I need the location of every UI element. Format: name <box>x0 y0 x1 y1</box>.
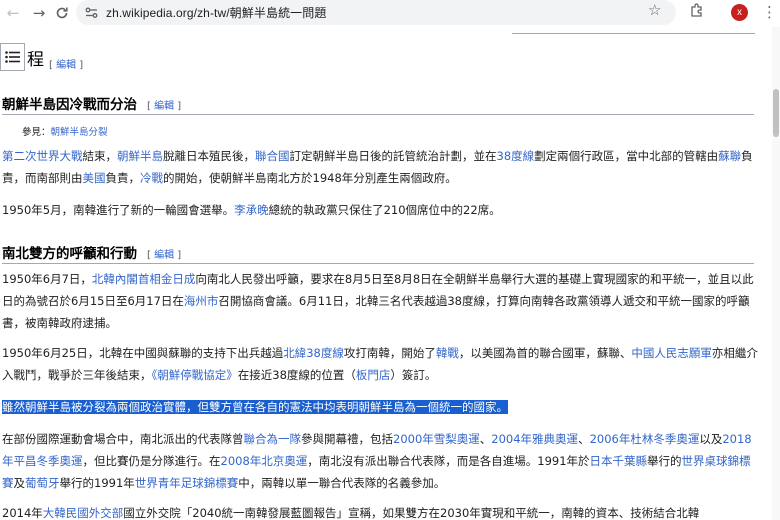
extensions-icon[interactable] <box>690 2 705 21</box>
text-run: 脫離日本殖民後， <box>163 149 255 163</box>
inline-link[interactable]: 中國人民志願軍 <box>631 346 712 360</box>
site-info-icon[interactable] <box>84 5 99 20</box>
selected-text[interactable]: 雖然朝鮮半島被分裂為兩個政治實體，但雙方曾在各自的憲法中均表明朝鮮半島為一個統一… <box>2 400 508 414</box>
inline-link[interactable]: 聯合為一隊 <box>244 432 302 446</box>
text-run: 2014年 <box>2 506 43 520</box>
section-heading-fragment: 程 <box>27 50 44 70</box>
section-title: 南北雙方的呼籲和行動 <box>2 246 137 262</box>
text-run: ，以美國為首的聯合國軍，蘇聯、 <box>458 346 632 360</box>
inline-link[interactable]: 蘇聯 <box>718 149 741 163</box>
hatnote-link[interactable]: 朝鮮半島分裂 <box>51 127 108 138</box>
text-run: 的開始，使朝鮮半島南北方於1948年分別產生兩個政府。 <box>163 171 457 185</box>
paragraph-6: 在部份國際運動會場合中，南北派出的代表隊曾聯合為一隊參與開幕禮，包括2000年雪… <box>2 428 760 494</box>
inline-link[interactable]: 葡萄牙 <box>25 476 60 490</box>
browser-toolbar: ← → zh.wikipedia.org/zh-tw/朝鮮半島統一問題 ☆ x … <box>0 0 780 27</box>
inline-link[interactable]: 李承晚 <box>234 203 269 217</box>
hatnote: 參見：朝鮮半島分裂 <box>22 124 108 138</box>
text-run: 總統的執政黨只保住了210個席位中的22席。 <box>268 203 501 217</box>
text-run: 劃定兩個行政區，當中北部的管轄由 <box>534 149 719 163</box>
url-text: zh.wikipedia.org/zh-tw/朝鮮半島統一問題 <box>106 6 327 20</box>
section-heading: 南北雙方的呼籲和行動 [ 編輯 ] <box>2 242 181 262</box>
inline-link[interactable]: 2008年北京奧運 <box>221 454 308 468</box>
section-title: 朝鮮半島因冷戰而分治 <box>2 97 137 113</box>
text-run: 及 <box>13 476 26 490</box>
paragraph-3: 1950年6月7日，北韓內閣首相金日成向南北人民發出呼籲，要求在8月5日至8月8… <box>2 268 760 334</box>
toc-toggle-button[interactable] <box>0 43 25 71</box>
text-run: ，南北沒有派出聯合代表隊，而是各自進場。1991年於 <box>307 454 590 468</box>
inline-link[interactable]: 北緯38度線 <box>283 346 344 360</box>
edit-link[interactable]: 編輯 <box>154 101 174 112</box>
paragraph-5: 雖然朝鮮半島被分裂為兩個政治實體，但雙方曾在各自的憲法中均表明朝鮮半島為一個統一… <box>2 396 760 418</box>
edit-link-wrapper: [ 編輯 ] <box>49 60 84 71</box>
edit-link-wrapper: [ 編輯 ] <box>147 101 182 112</box>
scrollbar[interactable] <box>772 27 780 520</box>
paragraph-7: 2014年大韓民國外交部國立外交院「2040統一南韓發展藍圖報告」宣稱，如果雙方… <box>2 502 760 520</box>
text-run: 攻打南韓，開始了 <box>343 346 436 360</box>
text-run: 負責， <box>105 171 141 185</box>
section-heading: 朝鮮半島因冷戰而分治 [ 編輯 ] <box>2 93 181 113</box>
inline-link[interactable]: 世界青年足球錦標賽 <box>135 476 239 490</box>
text-run: 1950年6月25日，北韓在中國與蘇聯的支持下出兵越過 <box>2 346 284 360</box>
text-run: 1950年6月7日， <box>2 272 92 286</box>
reload-icon[interactable] <box>51 2 73 24</box>
paragraph-4: 1950年6月25日，北韓在中國與蘇聯的支持下出兵越過北緯38度線攻打南韓，開始… <box>2 342 760 386</box>
paragraph-1: 第二次世界大戰結束，朝鮮半島脫離日本殖民後，聯合國訂定朝鮮半島日後的託管統治計劃… <box>2 145 760 189</box>
inline-link[interactable]: 朝鮮半島 <box>117 149 163 163</box>
inline-link[interactable]: 板門店 <box>356 368 391 382</box>
inline-link[interactable]: 北韓內閣首相金日成 <box>92 272 196 286</box>
text-run: 結束， <box>82 149 118 163</box>
text-run: ，但比賽仍是分隊進行。在 <box>82 454 221 468</box>
inline-link[interactable]: 第二次世界大戰 <box>2 149 83 163</box>
text-run: 中，兩韓以單一聯合代表隊的名義參加。 <box>238 476 446 490</box>
text-run: 舉行的 <box>647 454 682 468</box>
inline-link[interactable]: 海州市 <box>184 294 219 308</box>
text-run: 1950年5月，南韓進行了新的一輪國會選舉。 <box>2 203 235 217</box>
forward-arrow-icon[interactable]: → <box>28 2 50 24</box>
inline-link[interactable]: 聯合國 <box>255 149 290 163</box>
edit-link[interactable]: 編輯 <box>56 60 76 71</box>
text-run: 、 <box>578 432 590 446</box>
divider <box>512 33 755 34</box>
text-run: ）簽訂。 <box>390 368 437 382</box>
inline-link[interactable]: 美國 <box>83 171 106 185</box>
text-run: 訂定朝鮮半島日後的託管統治計劃，並在 <box>289 149 497 163</box>
heading-rule <box>2 114 754 115</box>
inline-link[interactable]: 2000年雪梨奧運 <box>393 432 480 446</box>
paragraph-2: 1950年5月，南韓進行了新的一輪國會選舉。李承晚總統的執政黨只保住了210個席… <box>2 199 760 221</box>
inline-link[interactable]: 冷戰 <box>140 171 163 185</box>
more-menu-icon[interactable]: ⋮ <box>762 3 777 21</box>
edit-link-wrapper: [ 編輯 ] <box>147 250 182 261</box>
text-run: 以及 <box>699 432 723 446</box>
edit-link[interactable]: 編輯 <box>154 250 174 261</box>
inline-link[interactable]: 38度線 <box>497 149 535 163</box>
heading-rule <box>2 263 754 264</box>
profile-avatar[interactable]: x <box>731 4 748 21</box>
inline-link[interactable]: 《朝鮮停戰協定》 <box>152 368 238 382</box>
address-bar[interactable]: zh.wikipedia.org/zh-tw/朝鮮半島統一問題 <box>76 0 676 25</box>
text-run: 參與開幕禮，包括 <box>301 432 393 446</box>
inline-link[interactable]: 日本千葉縣 <box>590 454 648 468</box>
scrollbar-thumb[interactable] <box>773 89 779 137</box>
bookmark-star-icon[interactable]: ☆ <box>648 1 661 19</box>
text-run: 在接近38度線的位置（ <box>237 368 356 382</box>
inline-link[interactable]: 2004年雅典奧運 <box>491 432 578 446</box>
list-icon <box>5 51 20 63</box>
text-run: 國立外交院「2040統一南韓發展藍圖報告」宣稱，如果雙方在2030年實現和平統一… <box>123 506 700 520</box>
text-run: 在部份國際運動會場合中，南北派出的代表隊曾 <box>2 432 244 446</box>
inline-link[interactable]: 大韓民國外交部 <box>43 506 124 520</box>
inline-link[interactable]: 2006年杜林冬季奧運 <box>590 432 700 446</box>
text-run: 、 <box>479 432 492 446</box>
text-run: 舉行的1991年 <box>59 476 135 490</box>
hatnote-prefix: 參見： <box>22 127 51 138</box>
back-arrow-icon[interactable]: ← <box>2 2 24 24</box>
inline-link[interactable]: 韓戰 <box>436 346 459 360</box>
